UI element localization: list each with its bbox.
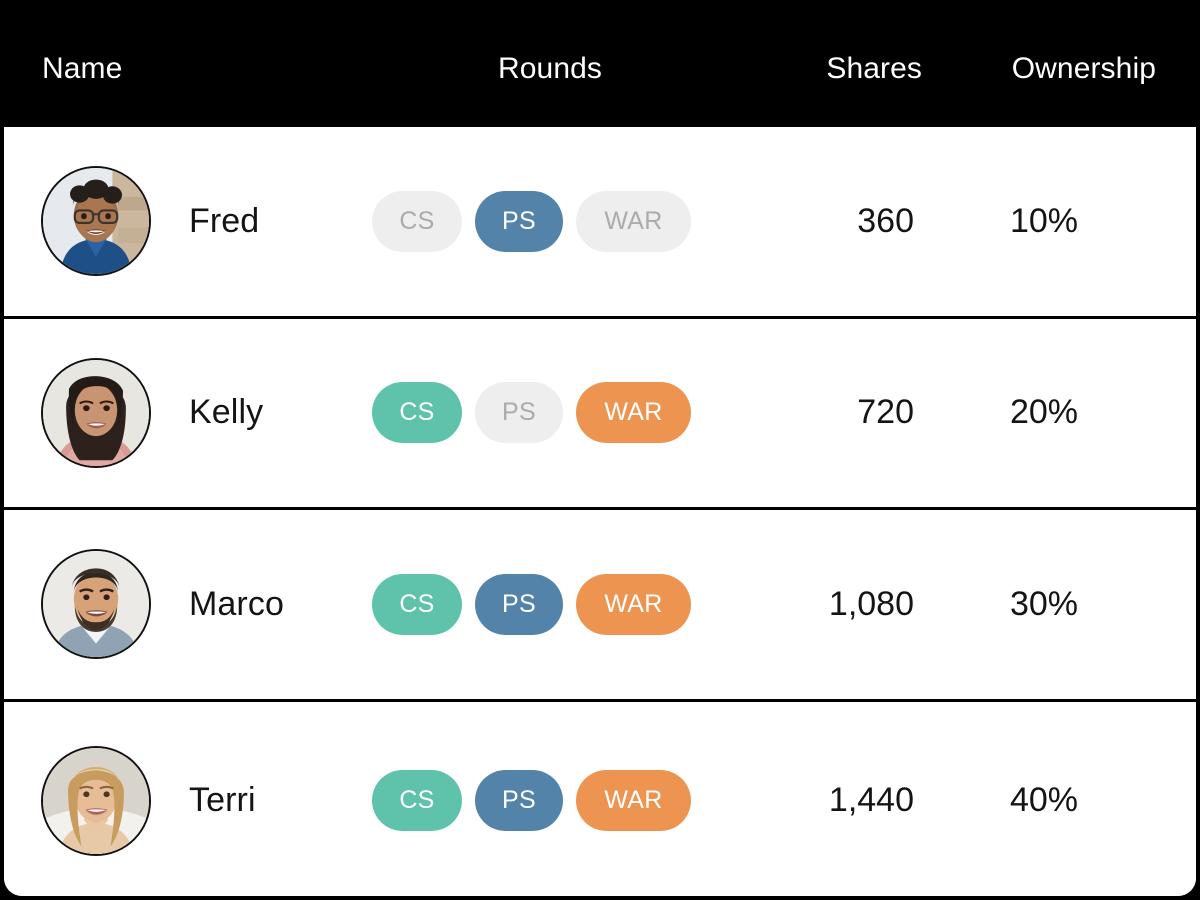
avatar-marco [41,549,151,660]
avatar-fred [41,166,151,277]
cell-ownership: 10% [1009,201,1078,240]
cell-shares: 1,080 [828,584,914,623]
round-badge-war[interactable]: WAR [576,382,691,444]
cell-ownership: 20% [1009,393,1078,432]
column-header-rounds[interactable]: Rounds [498,52,602,86]
avatar-terri [41,745,151,856]
round-badge-ps[interactable]: PS [475,382,563,444]
row-name-label: Terri [189,781,256,819]
table-row[interactable]: Kelly CS PS WAR 720 20% [4,318,1196,510]
round-badge-war[interactable]: WAR [576,770,691,831]
cell-name: Terri [4,745,404,856]
cell-shares: 720 [857,393,914,432]
cell-shares: 360 [857,201,914,240]
round-badge-cs[interactable]: CS [372,573,462,635]
cell-shares: 1,440 [828,781,914,819]
row-name-label: Fred [189,201,260,240]
cap-table: Name Rounds Shares Ownership Fred CS PS … [0,0,1200,900]
column-header-name[interactable]: Name [42,52,122,86]
row-name-label: Marco [189,584,284,623]
column-header-ownership[interactable]: Ownership [1012,52,1156,86]
cell-rounds: CS PS WAR [372,190,702,252]
cell-rounds: CS PS WAR [372,382,702,444]
round-badge-ps[interactable]: PS [475,573,563,635]
avatar-kelly [41,357,151,468]
round-badge-cs[interactable]: CS [372,382,462,444]
cell-rounds: CS PS WAR [372,770,702,831]
cell-rounds: CS PS WAR [372,573,702,635]
row-name-label: Kelly [189,393,264,432]
column-header-shares[interactable]: Shares [826,52,922,86]
cell-name: Fred [4,166,404,277]
round-badge-war[interactable]: WAR [576,190,691,252]
table-row[interactable]: Terri CS PS WAR 1,440 40% [4,701,1196,896]
cell-ownership: 30% [1009,584,1078,623]
table-row[interactable]: Marco CS PS WAR 1,080 30% [4,510,1196,702]
round-badge-cs[interactable]: CS [372,770,462,831]
table-row[interactable]: Fred CS PS WAR 360 10% [4,127,1196,319]
round-badge-war[interactable]: WAR [576,573,691,635]
cell-name: Marco [4,549,404,660]
cell-ownership: 40% [1009,781,1078,819]
round-badge-cs[interactable]: CS [372,190,462,252]
table-header: Name Rounds Shares Ownership [0,0,1200,127]
table-body: Fred CS PS WAR 360 10% Kelly CS PS WAR 7… [0,127,1200,900]
cell-name: Kelly [4,357,404,468]
round-badge-ps[interactable]: PS [475,190,563,252]
round-badge-ps[interactable]: PS [475,770,563,831]
